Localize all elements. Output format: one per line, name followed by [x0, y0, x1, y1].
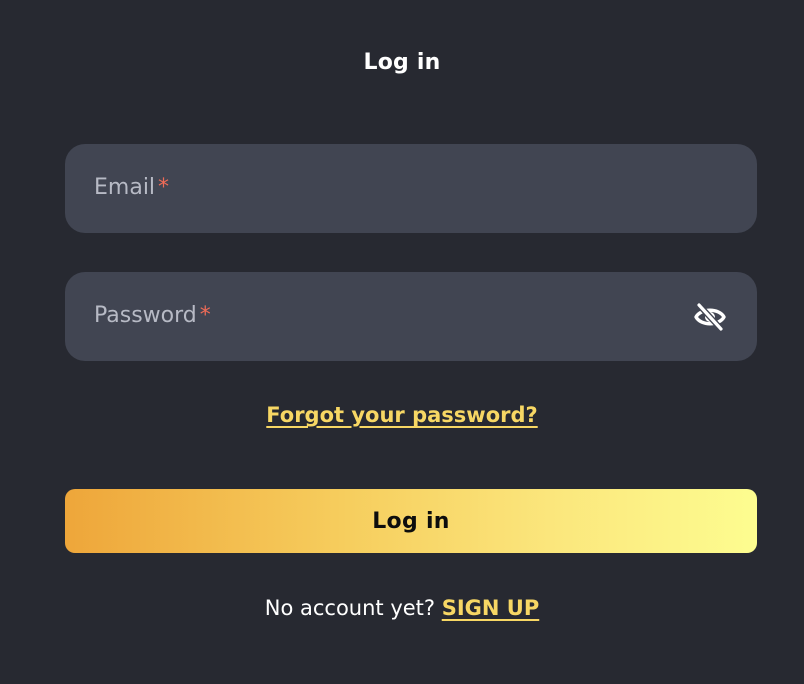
signup-link[interactable]: SIGN UP — [442, 596, 540, 620]
email-input[interactable] — [65, 144, 757, 233]
password-field[interactable]: Password * — [65, 272, 757, 361]
forgot-password-row: Forgot your password? — [0, 403, 804, 427]
forgot-password-link[interactable]: Forgot your password? — [266, 403, 537, 427]
email-field[interactable]: Email * — [65, 144, 757, 233]
eye-off-icon — [694, 302, 726, 332]
page-title: Log in — [363, 50, 441, 75]
signup-prompt-row: No account yet? SIGN UP — [0, 596, 804, 620]
password-visibility-toggle[interactable] — [693, 301, 727, 333]
login-modal: Log in Email * Password * Forgot your pass… — [0, 0, 804, 684]
login-button[interactable]: Log in — [65, 489, 757, 553]
password-input[interactable] — [65, 272, 757, 361]
signup-prompt-text: No account yet? — [264, 596, 436, 620]
